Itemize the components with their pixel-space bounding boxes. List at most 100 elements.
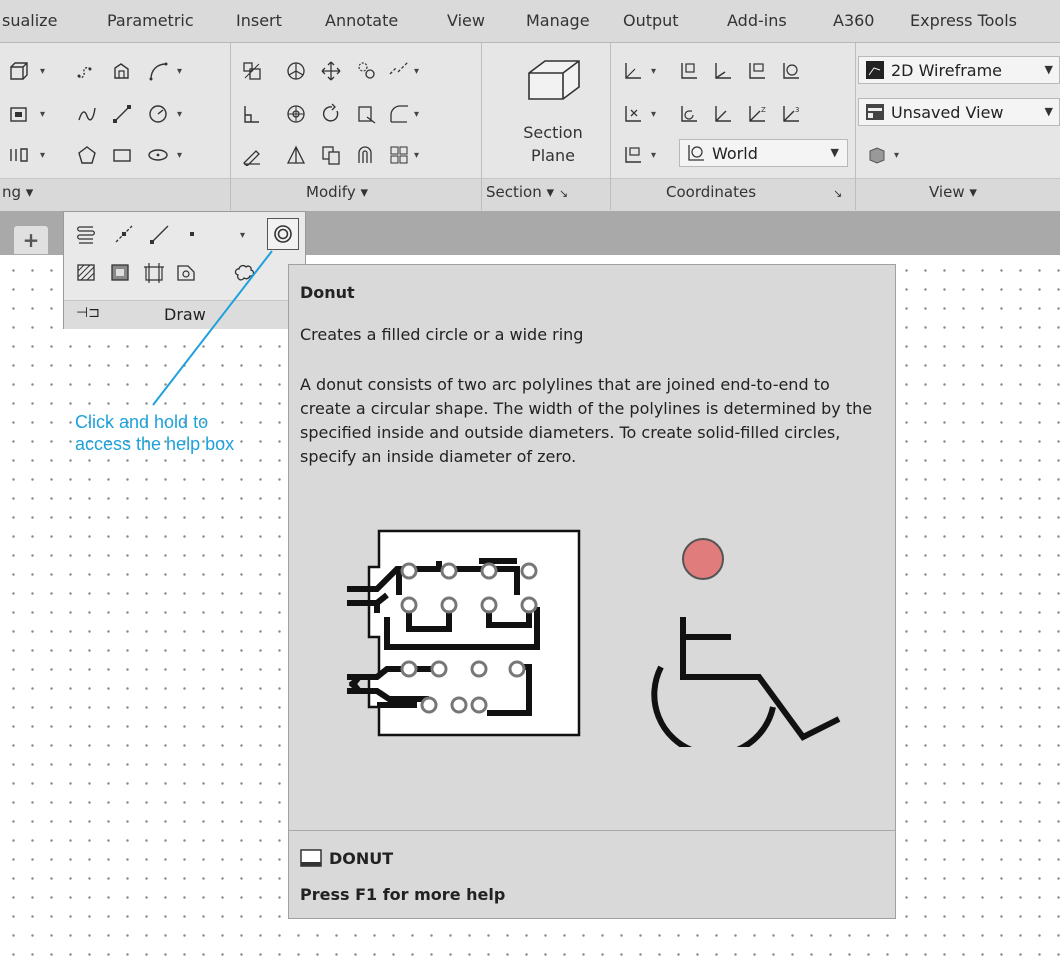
move-icon[interactable]	[320, 60, 342, 82]
dropdown-arrow-icon[interactable]: ▾	[651, 109, 656, 120]
ucs-combo-value: World	[712, 143, 758, 163]
copy-icon[interactable]	[320, 144, 342, 166]
dropdown-arrow-icon[interactable]: ▾	[414, 150, 419, 161]
spline-fit-icon[interactable]	[76, 60, 98, 82]
panel-separator	[230, 43, 231, 210]
tab-visualize[interactable]: sualize	[2, 11, 57, 30]
join-icon[interactable]	[356, 60, 378, 82]
wheelchair-symbol-illustration	[651, 538, 841, 747]
scale-icon[interactable]	[241, 60, 263, 82]
ucs-3point-icon[interactable]: 3	[780, 103, 802, 125]
dropdown-arrow-icon[interactable]: ▾	[414, 109, 419, 120]
ucs-world-axis-icon[interactable]	[712, 60, 734, 82]
circle-icon[interactable]	[147, 103, 169, 125]
ucs-previous-icon[interactable]	[678, 103, 700, 125]
dialog-launcher-icon[interactable]: ↘	[833, 187, 842, 200]
tooltip-help-hint: Press F1 for more help	[300, 885, 506, 904]
fillet-icon[interactable]	[388, 103, 410, 125]
pin-icon[interactable]: ⊣⊐	[76, 305, 100, 321]
svg-text:3: 3	[795, 106, 799, 114]
tab-a360[interactable]: A360	[833, 11, 874, 30]
ucs-x-icon[interactable]	[622, 103, 644, 125]
ellipse-icon[interactable]	[147, 144, 169, 166]
trim-icon[interactable]	[356, 103, 378, 125]
dropdown-arrow-icon[interactable]: ▾	[40, 150, 45, 161]
dropdown-arrow-icon[interactable]: ▾	[894, 150, 899, 161]
tab-view[interactable]: View	[447, 11, 485, 30]
donut-icon[interactable]	[267, 218, 299, 250]
wipeout-icon[interactable]	[174, 260, 198, 284]
ucs-z-axis-icon[interactable]: Z	[746, 103, 768, 125]
polygon-icon[interactable]	[76, 144, 98, 166]
panel-title-coordinates[interactable]: Coordinates	[666, 183, 756, 201]
section-plane-icon[interactable]	[523, 53, 583, 113]
ucs-origin-icon[interactable]	[712, 103, 734, 125]
dropdown-arrow-icon[interactable]: ▾	[40, 109, 45, 120]
dropdown-arrow-icon[interactable]: ▾	[40, 66, 45, 77]
ucs-icon[interactable]	[622, 60, 644, 82]
boundary-icon[interactable]	[111, 60, 133, 82]
erase-icon[interactable]	[241, 144, 263, 166]
table-icon[interactable]	[8, 144, 30, 166]
panel-title-modify[interactable]: Modify ▾	[306, 183, 368, 201]
boundary-hatch-icon[interactable]	[142, 260, 166, 284]
dropdown-arrow-icon[interactable]: ▾	[177, 109, 182, 120]
box-icon[interactable]	[8, 60, 30, 82]
dropdown-arrow-icon[interactable]: ▾	[177, 66, 182, 77]
break-icon[interactable]	[388, 60, 410, 82]
circuit-board-illustration	[347, 529, 581, 737]
panel-title-draw[interactable]: ng ▾	[2, 183, 33, 201]
arc-icon[interactable]	[147, 60, 169, 82]
draw-panel-footer[interactable]: ⊣⊐ Draw	[64, 300, 305, 329]
command-icon	[300, 849, 322, 867]
new-file-tab-button[interactable]: +	[14, 226, 48, 254]
stretch-icon[interactable]	[241, 103, 263, 125]
section-plane-button[interactable]: Section Plane	[513, 121, 593, 167]
helix-icon[interactable]	[74, 222, 98, 246]
draw-panel-title: Draw	[164, 305, 206, 324]
visual-style-combo[interactable]: 2D Wireframe ▼	[858, 56, 1060, 84]
gradient-icon[interactable]	[108, 260, 132, 284]
tab-insert[interactable]: Insert	[236, 11, 282, 30]
hatch-icon[interactable]	[74, 260, 98, 284]
named-view-icon	[866, 104, 884, 120]
array-icon[interactable]	[388, 144, 410, 166]
ucs-face-icon[interactable]	[746, 60, 768, 82]
view-cube-icon[interactable]	[866, 144, 888, 166]
panel-title-section[interactable]: Section ▾ ↘	[486, 183, 568, 201]
line-icon[interactable]	[111, 103, 133, 125]
point-icon[interactable]	[180, 222, 204, 246]
revision-cloud-icon[interactable]	[232, 260, 256, 284]
3d-mirror-icon[interactable]	[285, 144, 307, 166]
ucs-view-icon[interactable]	[678, 60, 700, 82]
ucs-object-icon[interactable]	[780, 60, 802, 82]
dropdown-arrow-icon[interactable]: ▾	[651, 150, 656, 161]
xline-icon[interactable]	[148, 222, 172, 246]
ray-icon[interactable]	[112, 222, 136, 246]
tab-express-tools[interactable]: Express Tools	[910, 11, 1017, 30]
svg-text:Z: Z	[761, 106, 766, 114]
region-icon[interactable]	[8, 103, 30, 125]
tab-output[interactable]: Output	[623, 11, 679, 30]
tab-add-ins[interactable]: Add-ins	[727, 11, 787, 30]
spline-icon[interactable]	[76, 103, 98, 125]
3d-array-icon[interactable]	[285, 103, 307, 125]
offset-icon[interactable]	[356, 144, 378, 166]
tab-parametric[interactable]: Parametric	[107, 11, 194, 30]
dropdown-arrow-icon[interactable]: ▾	[651, 66, 656, 77]
rotate-icon[interactable]	[320, 103, 342, 125]
dropdown-arrow-icon[interactable]: ▾	[240, 230, 245, 241]
ucs-combo[interactable]: World ▼	[679, 139, 848, 167]
dropdown-arrow-icon[interactable]: ▾	[177, 150, 182, 161]
panel-separator	[481, 43, 482, 210]
tab-manage[interactable]: Manage	[526, 11, 590, 30]
tab-annotate[interactable]: Annotate	[325, 11, 398, 30]
3d-rotate-icon[interactable]	[285, 60, 307, 82]
ucs-settings-icon[interactable]	[622, 144, 644, 166]
named-view-combo[interactable]: Unsaved View ▼	[858, 98, 1060, 126]
rectangle-icon[interactable]	[111, 144, 133, 166]
ribbon-tab-bar: sualize Parametric Insert Annotate View …	[0, 0, 1060, 43]
dropdown-arrow-icon[interactable]: ▾	[414, 66, 419, 77]
panel-title-view[interactable]: View ▾	[929, 183, 977, 201]
wireframe-icon	[866, 61, 884, 79]
